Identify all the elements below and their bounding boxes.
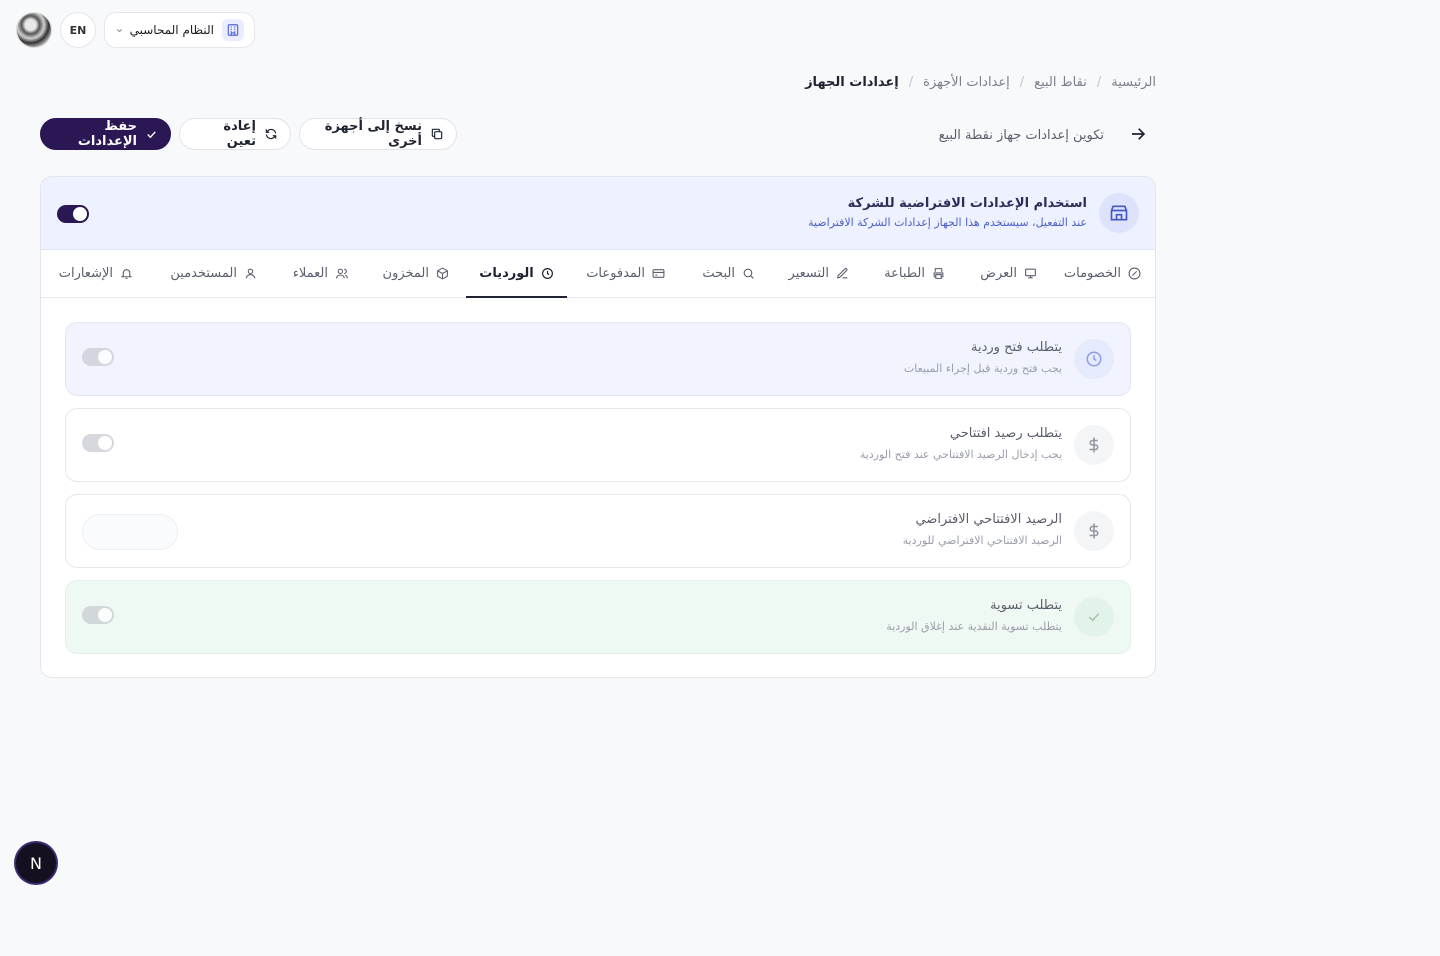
default-settings-title: استخدام الإعدادات الافتراضية للشركة (847, 196, 1087, 211)
tab-customers[interactable]: العملاء (293, 250, 349, 297)
chevron-down-icon (115, 26, 124, 35)
require-opening-balance-toggle[interactable] (82, 434, 114, 452)
tab-payments[interactable]: المدفوعات (586, 250, 665, 297)
company-selector-label: النظام المحاسبي (129, 23, 214, 37)
save-settings-button[interactable]: حفظ الإعدادات (40, 118, 171, 150)
breadcrumb: الرئيسية / نقاط البيع / إعدادات الأجهزة … (805, 72, 1156, 92)
copy-icon (430, 127, 444, 141)
building-icon (222, 19, 244, 41)
setting-description: الرصيد الافتتاحي الافتراضي للوردية (902, 534, 1062, 547)
device-settings-card: استخدام الإعدادات الافتراضية للشركة عند … (40, 176, 1156, 678)
dollar-icon (1074, 511, 1114, 551)
default-settings-toggle[interactable] (57, 205, 89, 223)
breadcrumb-pos[interactable]: نقاط البيع (1034, 75, 1087, 90)
setting-require-reconciliation: يتطلب تسوية يتطلب تسوية النقدية عند إغلا… (65, 580, 1131, 654)
tab-label: الورديات (479, 265, 534, 281)
user-icon (244, 267, 257, 280)
check-icon (1074, 597, 1114, 637)
tab-search[interactable]: البحث (702, 250, 755, 297)
settings-tabs: الخصومات العرض الطباعة التسعير البحث الم… (41, 250, 1155, 298)
company-selector[interactable]: النظام المحاسبي (104, 12, 255, 48)
tab-inventory[interactable]: المخزون (383, 250, 449, 297)
tab-printing[interactable]: الطباعة (884, 250, 945, 297)
check-icon (145, 128, 158, 141)
tab-label: التسعير (788, 266, 829, 281)
users-icon (335, 267, 349, 280)
tab-users[interactable]: المستخدمين (170, 250, 257, 297)
tab-label: الخصومات (1063, 266, 1121, 281)
breadcrumb-separator: / (1019, 74, 1025, 90)
refresh-icon (264, 127, 278, 141)
breadcrumb-home[interactable]: الرئيسية (1111, 75, 1156, 90)
language-switch-button[interactable]: EN (60, 12, 96, 48)
tab-label: المستخدمين (170, 266, 237, 281)
setting-description: يجب إدخال الرصيد الافتتاحي عند فتح الورد… (859, 448, 1062, 461)
back-button[interactable] (1126, 122, 1150, 146)
tab-label: الطباعة (884, 266, 925, 281)
breadcrumb-current: إعدادات الجهاز (805, 74, 899, 90)
search-icon (742, 267, 755, 280)
tab-label: المخزون (382, 266, 429, 281)
setting-default-opening-balance: الرصيد الافتتاحي الافتراضي الرصيد الافتت… (65, 494, 1131, 568)
require-reconciliation-toggle[interactable] (82, 606, 114, 624)
tab-shifts[interactable]: الورديات (466, 250, 567, 298)
percent-icon (1128, 267, 1141, 280)
tab-notifications[interactable]: الإشعارات (59, 250, 133, 297)
breadcrumb-device-settings[interactable]: إعدادات الأجهزة (923, 75, 1010, 90)
save-label: حفظ الإعدادات (77, 119, 137, 149)
page-subtitle: تكوين إعدادات جهاز نقطة البيع (938, 128, 1104, 143)
tab-label: المدفوعات (586, 266, 645, 281)
clock-icon (541, 267, 554, 280)
reset-button[interactable]: إعادة تعين (179, 118, 291, 150)
setting-require-opening-balance: يتطلب رصيد افتتاحي يجب إدخال الرصيد الاف… (65, 408, 1131, 482)
default-opening-balance-input[interactable] (82, 514, 178, 550)
setting-title: يتطلب فتح وردية (971, 340, 1062, 355)
tab-discounts[interactable]: الخصومات (1054, 250, 1155, 297)
store-icon (1099, 193, 1139, 233)
user-avatar[interactable] (16, 12, 52, 48)
copy-to-devices-button[interactable]: نسخ إلى أجهزة أخرى (299, 118, 457, 150)
tab-label: العرض (980, 266, 1017, 281)
setting-description: يجب فتح وردية قبل إجراء المبيعات (903, 362, 1062, 375)
arrow-right-icon (1132, 128, 1146, 140)
breadcrumb-separator: / (1096, 74, 1102, 90)
tab-pricing[interactable]: التسعير (789, 250, 849, 297)
setting-title: الرصيد الافتتاحي الافتراضي (915, 512, 1062, 527)
copy-label: نسخ إلى أجهزة أخرى (324, 119, 422, 149)
setting-require-shift: يتطلب فتح وردية يجب فتح وردية قبل إجراء … (65, 322, 1131, 396)
dollar-icon (1074, 425, 1114, 465)
credit-card-icon (652, 267, 665, 280)
tab-display[interactable]: العرض (980, 250, 1037, 297)
bell-icon (120, 267, 133, 280)
default-settings-description: عند التفعيل، سيستخدم هذا الجهاز إعدادات … (808, 216, 1087, 229)
edit-icon (836, 267, 849, 280)
default-settings-banner: استخدام الإعدادات الافتراضية للشركة عند … (41, 177, 1155, 250)
tab-label: البحث (702, 266, 735, 281)
reset-label: إعادة تعين (223, 119, 256, 149)
tab-label: العملاء (292, 266, 328, 281)
require-shift-toggle[interactable] (82, 348, 114, 366)
help-fab-button[interactable]: N (16, 843, 56, 883)
package-icon (436, 267, 449, 280)
setting-title: يتطلب تسوية (990, 598, 1062, 613)
breadcrumb-separator: / (908, 74, 914, 90)
setting-description: يتطلب تسوية النقدية عند إغلاق الوردية (886, 620, 1062, 633)
printer-icon (932, 267, 945, 280)
setting-title: يتطلب رصيد افتتاحي (949, 426, 1062, 441)
monitor-icon (1024, 267, 1037, 280)
tab-label: الإشعارات (58, 266, 113, 281)
clock-icon (1074, 339, 1114, 379)
